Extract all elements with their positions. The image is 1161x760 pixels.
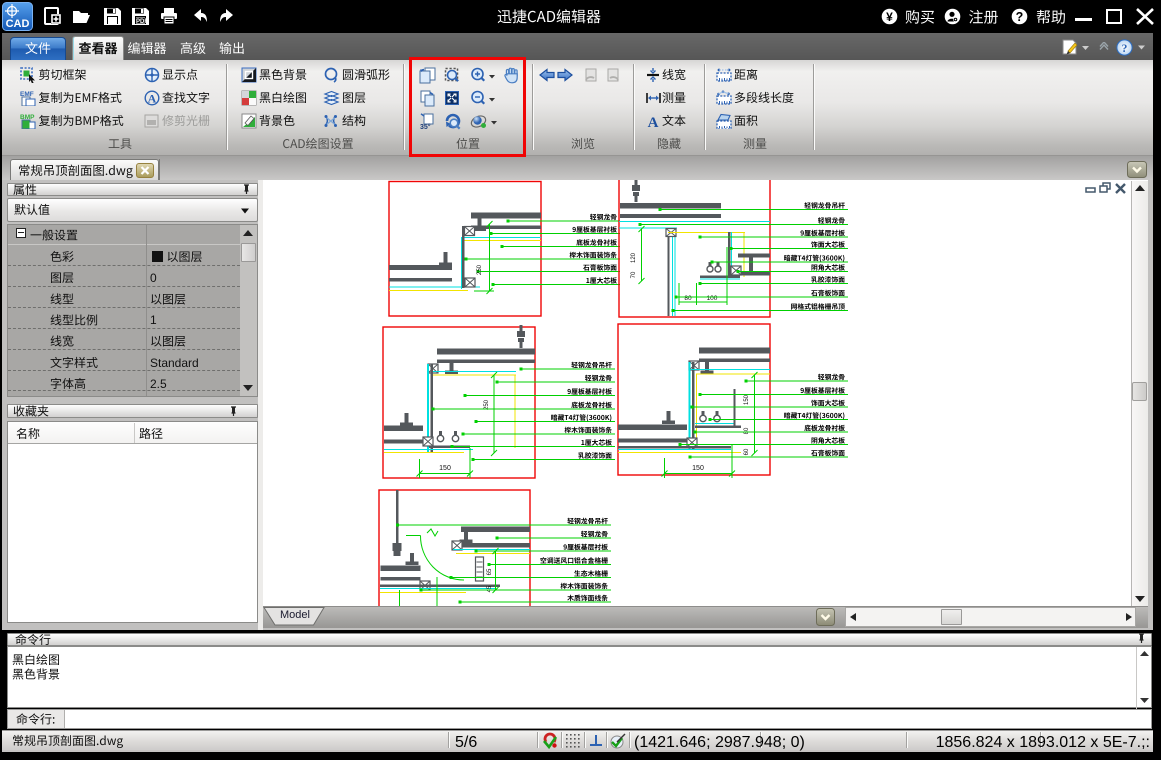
svg-text:45: 45	[487, 585, 493, 592]
svg-text:100: 100	[707, 295, 718, 302]
svg-text:80: 80	[684, 295, 692, 302]
svg-text:CAD: CAD	[6, 18, 30, 30]
svg-text:A: A	[148, 92, 157, 106]
svg-text:150: 150	[692, 465, 704, 472]
svg-text:60: 60	[744, 448, 750, 455]
svg-text:70: 70	[631, 271, 637, 278]
svg-text:PDF: PDF	[136, 19, 148, 25]
svg-text:65: 65	[487, 568, 493, 575]
svg-text:150: 150	[439, 465, 451, 472]
svg-text:¥: ¥	[886, 10, 893, 24]
svg-text:150: 150	[744, 394, 750, 405]
svg-text:250: 250	[477, 264, 483, 275]
svg-text:80: 80	[744, 427, 750, 434]
svg-text:?: ?	[1016, 10, 1024, 24]
svg-text:120: 120	[631, 252, 637, 263]
svg-text:A: A	[648, 115, 659, 129]
svg-text:250: 250	[484, 399, 490, 410]
svg-text:?: ?	[1122, 43, 1128, 55]
